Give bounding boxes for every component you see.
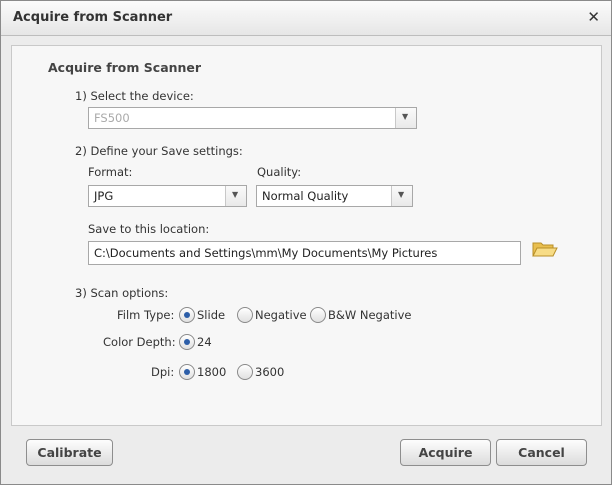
device-label: 1) Select the device:	[75, 89, 194, 103]
folder-icon[interactable]	[532, 239, 558, 259]
scan-options-label: 3) Scan options:	[75, 286, 169, 300]
location-label: Save to this location:	[88, 222, 210, 236]
section-heading: Acquire from Scanner	[48, 60, 202, 75]
dpi-label: Dpi:	[151, 365, 175, 379]
chevron-down-icon: ▼	[402, 112, 409, 121]
quality-select[interactable]: Normal Quality ▼	[256, 185, 413, 207]
title-bar: Acquire from Scanner ✕	[1, 1, 611, 36]
acquire-dialog: Acquire from Scanner ✕ Acquire from Scan…	[0, 0, 612, 485]
content-panel: Acquire from Scanner 1) Select the devic…	[11, 45, 602, 426]
format-label: Format:	[88, 165, 133, 179]
calibrate-button[interactable]: Calibrate	[26, 439, 113, 466]
color-depth-label: Color Depth:	[103, 335, 176, 349]
quality-value: Normal Quality	[262, 189, 349, 203]
film-type-slide-label: Slide	[197, 308, 226, 322]
film-type-negative-radio[interactable]	[237, 307, 253, 323]
film-type-slide-radio[interactable]	[179, 307, 195, 323]
device-select[interactable]: FS500 ▼	[88, 107, 417, 129]
save-settings-label: 2) Define your Save settings:	[75, 144, 243, 158]
chevron-down-icon: ▼	[398, 190, 405, 199]
film-type-bw-negative-radio[interactable]	[310, 307, 326, 323]
color-depth-24-radio[interactable]	[179, 334, 195, 350]
color-depth-24-label: 24	[197, 335, 212, 349]
close-icon[interactable]: ✕	[587, 8, 600, 26]
acquire-button[interactable]: Acquire	[400, 439, 491, 466]
device-value: FS500	[94, 111, 130, 125]
dpi-3600-label: 3600	[255, 365, 285, 379]
chevron-down-icon: ▼	[232, 190, 239, 199]
format-value: JPG	[94, 189, 114, 203]
format-select[interactable]: JPG ▼	[88, 185, 247, 207]
location-input[interactable]: C:\Documents and Settings\mm\My Document…	[88, 241, 521, 265]
location-value: C:\Documents and Settings\mm\My Document…	[94, 246, 438, 260]
film-type-bw-negative-label: B&W Negative	[328, 308, 412, 322]
window-title: Acquire from Scanner	[13, 10, 173, 25]
film-type-negative-label: Negative	[255, 308, 307, 322]
dpi-1800-label: 1800	[197, 365, 227, 379]
cancel-button[interactable]: Cancel	[496, 439, 587, 466]
quality-label: Quality:	[257, 165, 302, 179]
dpi-1800-radio[interactable]	[179, 364, 195, 380]
film-type-label: Film Type:	[117, 308, 175, 322]
dpi-3600-radio[interactable]	[237, 364, 253, 380]
